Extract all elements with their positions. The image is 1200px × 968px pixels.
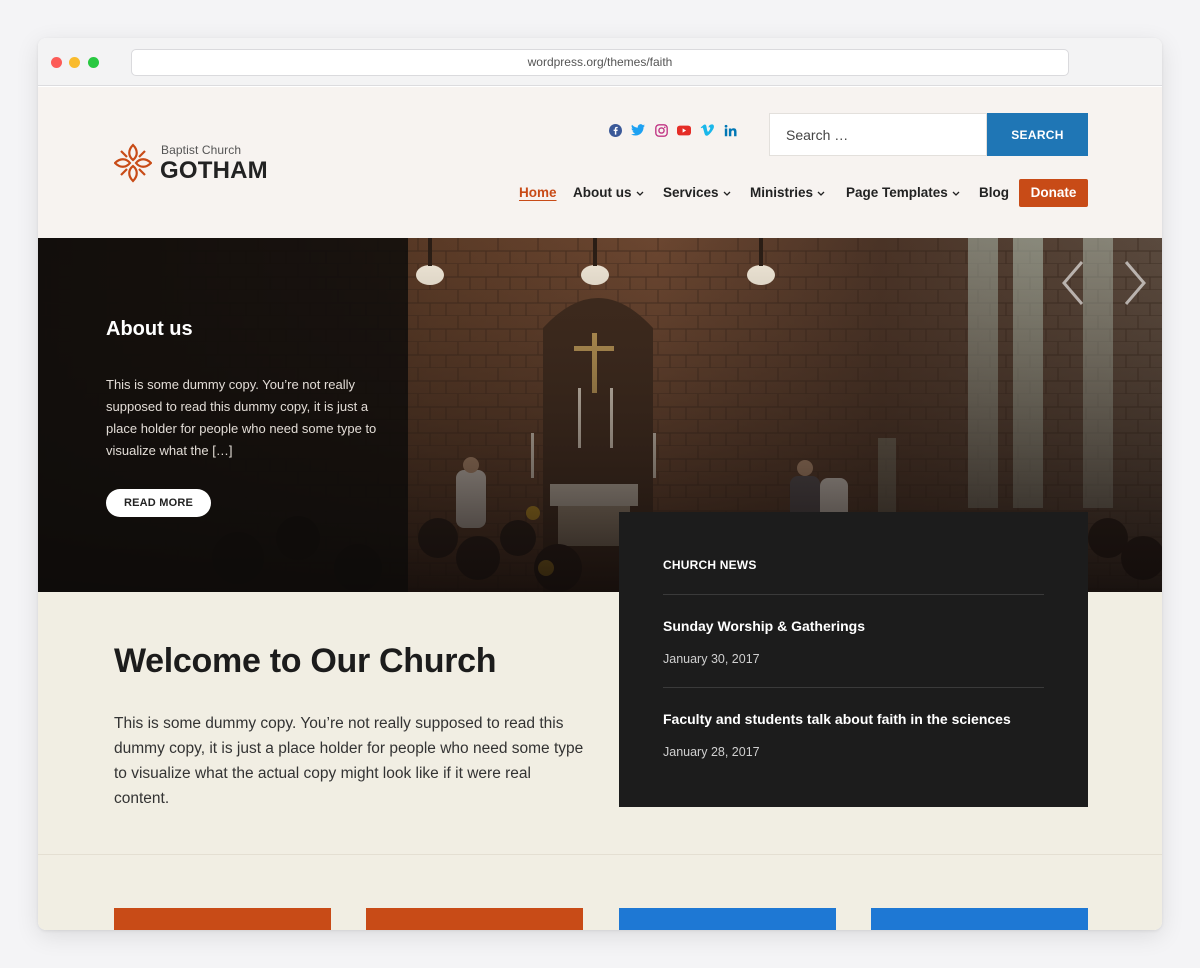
section-divider [38,854,1162,855]
chevron-down-icon [817,191,825,196]
news-item-date: January 30, 2017 [663,652,760,666]
nav-item-home[interactable]: Home [519,179,557,207]
news-item-headline[interactable]: Sunday Worship & Gatherings [663,618,865,634]
maximize-window-button[interactable] [88,57,99,68]
church-news-box: CHURCH NEWS Sunday Worship & Gatherings … [619,512,1088,807]
search-input[interactable] [769,113,987,156]
nav-item-page-templates[interactable]: Page Templates [846,179,960,207]
search-button[interactable]: SEARCH [987,113,1088,156]
browser-window: wordpress.org/themes/faith Baptist Churc… [38,38,1162,930]
youtube-icon[interactable] [677,123,691,137]
hero-caption-panel: About us This is some dummy copy. You’re… [38,238,408,592]
logo-mark-icon [114,143,152,183]
nav-item-about-us[interactable]: About us [573,179,644,207]
nav-item-label: Services [663,185,719,200]
news-divider [663,687,1044,688]
nav-item-label: Ministries [750,185,814,200]
news-item-headline[interactable]: Faculty and students talk about faith in… [663,711,1011,727]
read-more-button[interactable]: READ MORE [106,489,211,517]
feature-card[interactable] [871,908,1088,930]
news-item-date: January 28, 2017 [663,745,760,759]
slider-next-arrow-icon[interactable] [1116,258,1152,308]
nav-item-blog[interactable]: Blog [979,179,1009,207]
nav-item-label: Blog [979,185,1009,200]
feature-card[interactable] [114,908,331,930]
nav-item-ministries[interactable]: Ministries [750,179,825,207]
chevron-down-icon [952,191,960,196]
twitter-icon[interactable] [631,123,645,137]
social-links [608,123,737,139]
chevron-down-icon [723,191,731,196]
main-nav: Home About us Services Ministries Page T… [38,179,1162,207]
chevron-down-icon [636,191,643,196]
site-header: Baptist Church GOTHAM Search … SEARCH Ho… [38,87,1162,238]
vimeo-icon[interactable] [700,123,714,137]
hero-text: This is some dummy copy. You’re not real… [106,377,377,458]
browser-chrome: wordpress.org/themes/faith [38,38,1162,86]
close-window-button[interactable] [51,57,62,68]
feature-card[interactable] [366,908,583,930]
minimize-window-button[interactable] [69,57,80,68]
feature-card[interactable] [619,908,836,930]
donate-button[interactable]: Donate [1019,179,1088,207]
nav-item-label: Page Templates [846,185,948,200]
welcome-text: This is some dummy copy. You’re not real… [114,715,584,807]
hero-title: About us [106,318,193,340]
church-news-title: CHURCH NEWS [663,558,757,572]
logo-subtitle: Baptist Church [161,143,242,157]
address-bar[interactable]: wordpress.org/themes/faith [131,49,1069,76]
nav-item-services[interactable]: Services [663,179,731,207]
slider-prev-arrow-icon[interactable] [1056,258,1092,308]
website: Baptist Church GOTHAM Search … SEARCH Ho… [38,87,1162,930]
nav-item-label: Home [519,185,557,200]
instagram-icon[interactable] [654,123,668,137]
linkedin-icon[interactable] [723,123,737,137]
welcome-title: Welcome to Our Church [114,642,497,680]
nav-item-label: About us [573,185,632,200]
news-divider [663,594,1044,595]
facebook-icon[interactable] [608,123,622,137]
